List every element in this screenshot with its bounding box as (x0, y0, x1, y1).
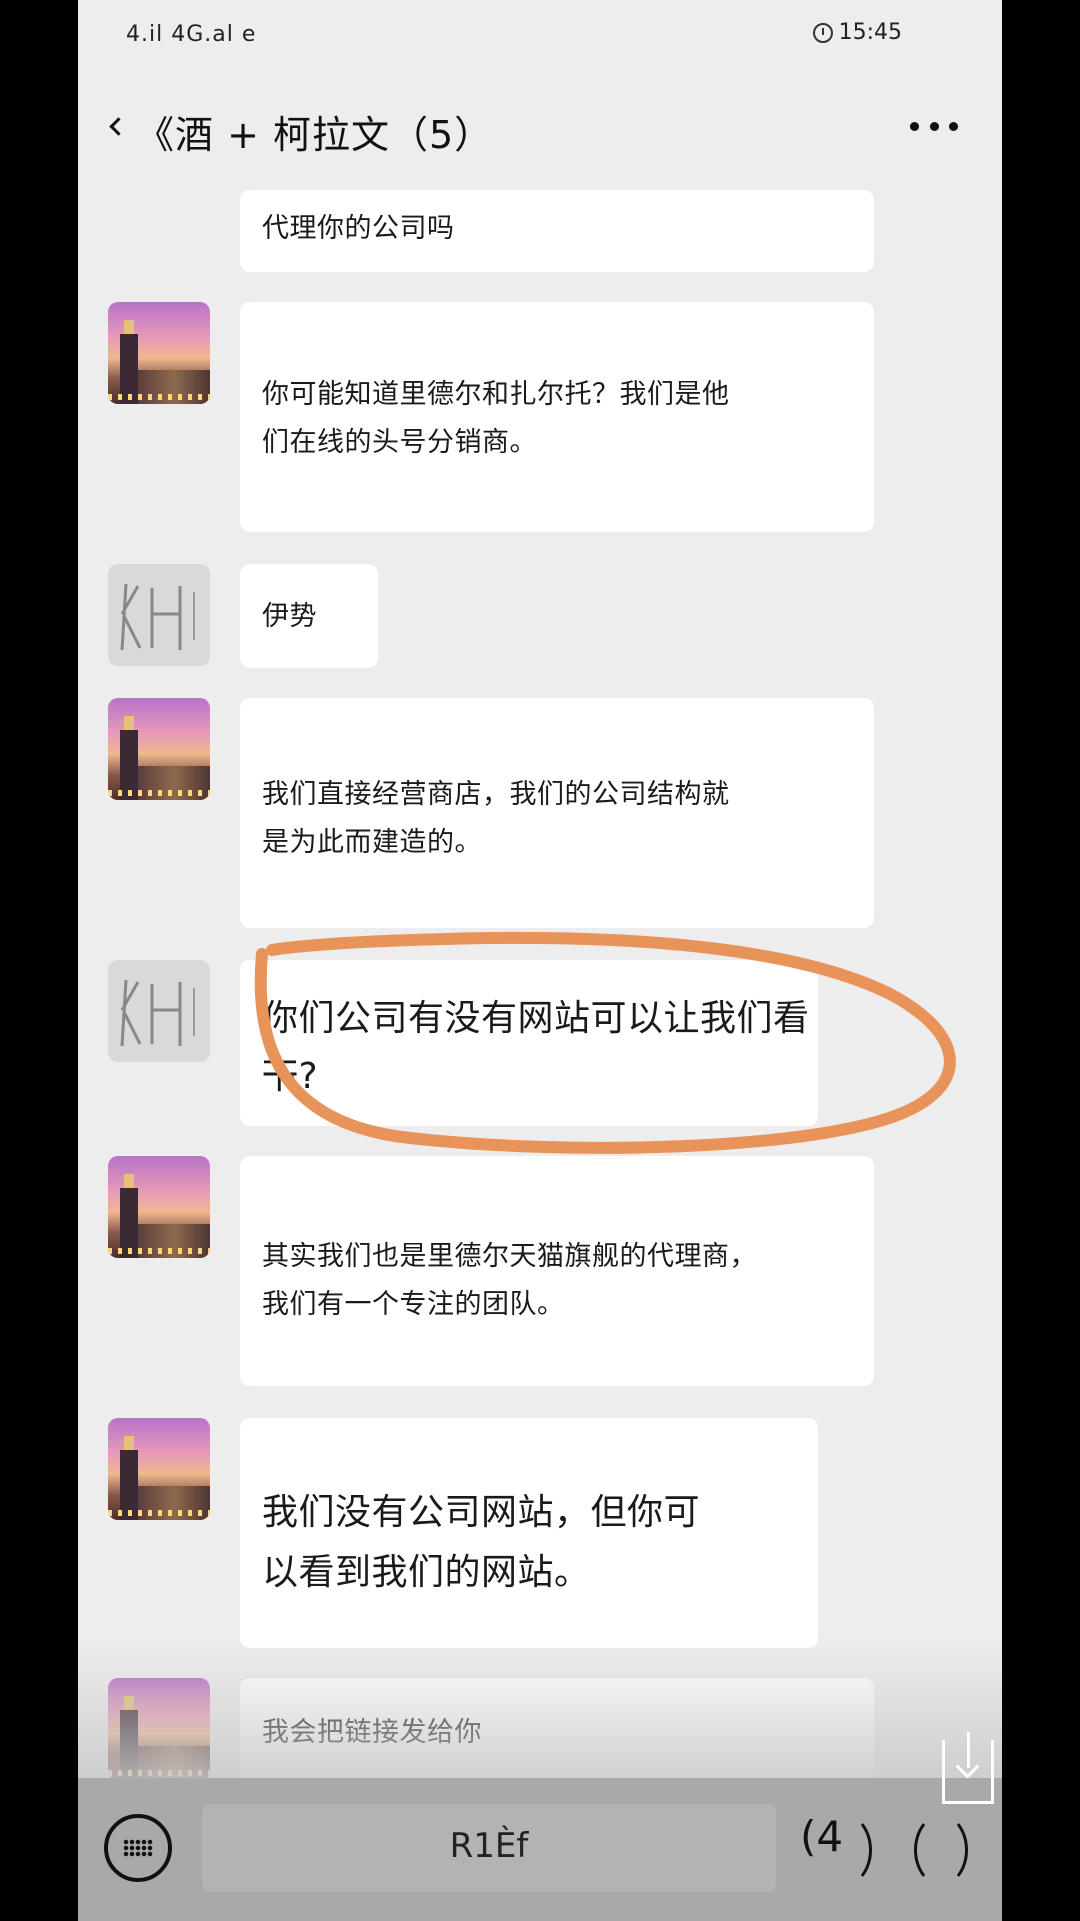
status-bar: 4.il 4G.al e 15:45 (78, 0, 1002, 72)
chat-header: 《酒 + 柯拉文（5） (78, 90, 1002, 170)
message-text-line1: 我们没有公司网站，但你可 (262, 1492, 701, 1533)
download-icon[interactable] (942, 1732, 994, 1804)
chat-screen: 4.il 4G.al e 15:45 《酒 + 柯拉文（5） 代理你的公司吗 你… (78, 0, 1002, 1921)
alarm-icon (812, 22, 833, 43)
message-text: 我会把链接发给你 (262, 1717, 482, 1748)
my-avatar[interactable] (108, 564, 210, 666)
hold-to-talk-label: R1Èf (449, 1826, 529, 1866)
message-text-line1: 你可能知道里德尔和扎尔托？我们是他 (262, 379, 730, 410)
message-bubble[interactable]: 我们直接经营商店，我们的公司结构就 是为此而建造的。 (240, 698, 874, 928)
message-text: 伊势 (262, 601, 317, 632)
message-text-line1: 你们公司有没有网站可以让我们看一 (262, 998, 810, 1097)
message-text-line1: 其实我们也是里德尔天猫旗舰的代理商， (262, 1241, 757, 1272)
contact-avatar[interactable] (108, 1418, 210, 1520)
message-bubble[interactable]: 其实我们也是里德尔天猫旗舰的代理商， 我们有一个专注的团队。 (240, 1156, 874, 1386)
message-text: 代理你的公司吗 (262, 213, 455, 244)
contact-avatar[interactable] (108, 1678, 210, 1780)
message-text-line2: 是为此而建造的。 (262, 827, 482, 858)
signal-indicator: 4.il 4G.al e (126, 22, 257, 47)
emoji-icon[interactable] (818, 1814, 872, 1886)
contact-avatar[interactable] (108, 698, 210, 800)
add-icon[interactable] (914, 1814, 968, 1886)
keyboard-icon[interactable] (104, 1814, 172, 1882)
message-bubble[interactable]: 我们没有公司网站，但你可 以看到我们的网站。 (240, 1418, 818, 1648)
more-dots-icon[interactable] (910, 120, 958, 132)
chevron-left-icon[interactable] (109, 117, 128, 136)
chat-title: 《酒 + 柯拉文（5） (136, 113, 494, 157)
message-bubble[interactable]: 伊势 (240, 564, 378, 668)
message-bubble[interactable]: 你们公司有没有网站可以让我们看一 下? (240, 960, 818, 1126)
contact-avatar[interactable] (108, 302, 210, 404)
message-text-line2: 们在线的头号分销商。 (262, 427, 537, 458)
message-text-line2: 我们有一个专注的团队。 (262, 1289, 565, 1320)
message-bubble[interactable]: 你可能知道里德尔和扎尔托？我们是他 们在线的头号分销商。 (240, 302, 874, 532)
hold-to-talk-button[interactable]: R1Èf (202, 1804, 776, 1892)
message-bubble[interactable]: 代理你的公司吗 (240, 190, 874, 272)
message-text-line1: 我们直接经营商店，我们的公司结构就 (262, 779, 730, 810)
message-text-line2: 下? (262, 1056, 319, 1097)
contact-avatar[interactable] (108, 1156, 210, 1258)
message-text-line2: 以看到我们的网站。 (262, 1552, 591, 1593)
status-right: 15:45 (812, 20, 902, 45)
input-bar: R1Èf (4 (78, 1778, 1002, 1921)
clock: 15:45 (838, 20, 902, 45)
my-avatar[interactable] (108, 960, 210, 1062)
